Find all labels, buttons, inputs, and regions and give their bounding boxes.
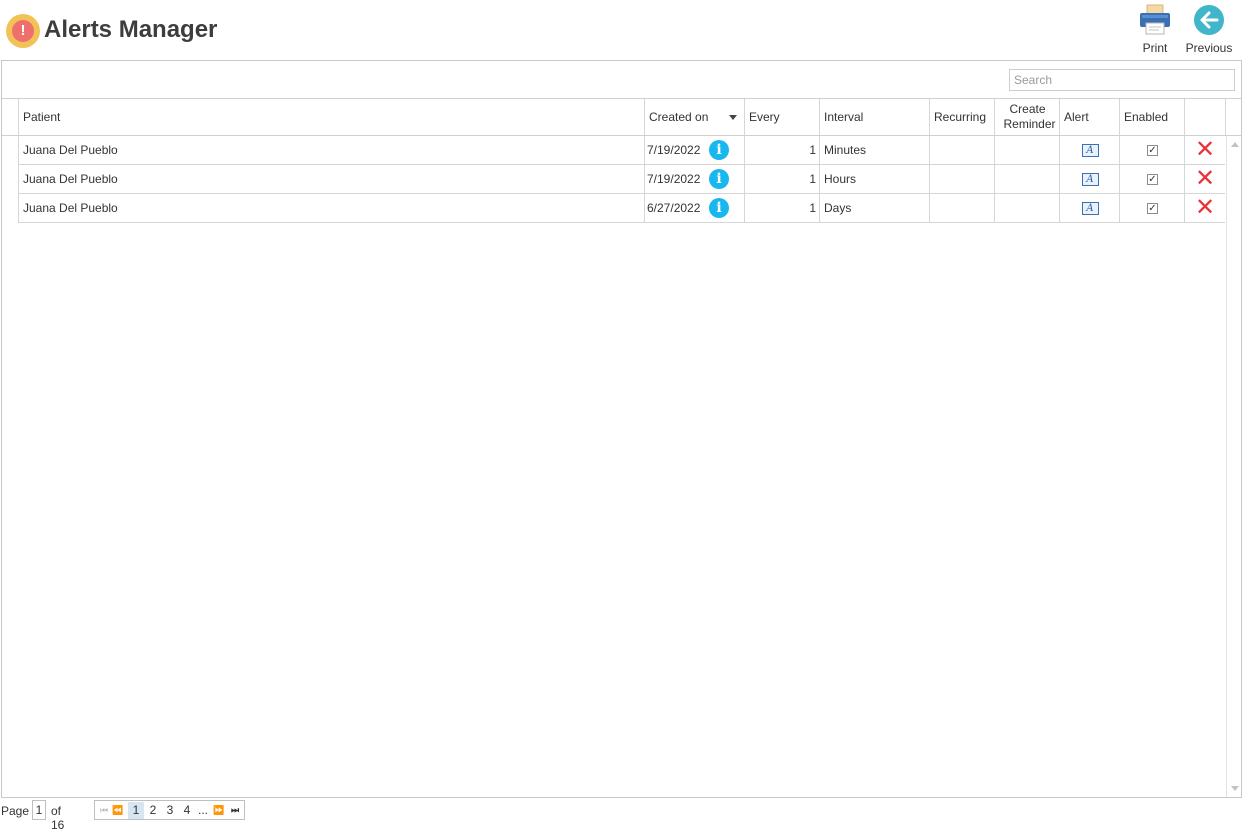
cell-enabled: ✓: [1119, 165, 1185, 193]
table-row[interactable]: Juana Del Pueblo 7/19/2022 i 1 Hours A ✓…: [18, 165, 1225, 194]
grid-body: Juana Del Pueblo 7/19/2022 i 1 Minutes A…: [2, 136, 1241, 797]
column-header-alert[interactable]: Alert: [1059, 99, 1120, 135]
cell-create-reminder: [994, 165, 1060, 193]
cell-created-on: 7/19/2022 i: [644, 165, 745, 193]
page-link-2[interactable]: 2: [146, 802, 160, 819]
next-page-icon[interactable]: ⏩: [213, 802, 225, 819]
cell-recurring: [929, 165, 995, 193]
print-label: Print: [1142, 41, 1168, 55]
pager-page-label: Page: [1, 804, 30, 818]
delete-x-icon[interactable]: ✕: [1195, 194, 1215, 222]
arrow-left-circle-icon: [1194, 5, 1224, 35]
column-header-recurring[interactable]: Recurring: [929, 99, 995, 135]
column-header-interval[interactable]: Interval: [819, 99, 930, 135]
info-icon[interactable]: i: [709, 169, 729, 189]
column-header-scroll-spacer: [1225, 99, 1241, 135]
cell-alert: A: [1059, 165, 1120, 193]
column-header-create-reminder[interactable]: Create Reminder: [994, 99, 1060, 135]
cell-patient: Juana Del Pueblo: [18, 136, 645, 164]
enabled-checkbox[interactable]: ✓: [1147, 173, 1158, 185]
page-title: Alerts Manager: [44, 16, 218, 43]
cell-enabled: ✓: [1119, 136, 1185, 164]
page-link-4[interactable]: 4: [180, 802, 194, 819]
column-label: Recurring: [934, 110, 987, 124]
column-header-created-on[interactable]: Created on: [644, 99, 745, 135]
cell-recurring: [929, 194, 995, 222]
page-link-3[interactable]: 3: [163, 802, 177, 819]
cell-interval: Days: [819, 194, 930, 222]
column-header-enabled[interactable]: Enabled: [1119, 99, 1185, 135]
cell-create-reminder: [994, 136, 1060, 164]
column-label: Patient: [23, 110, 61, 124]
cell-create-reminder: [994, 194, 1060, 222]
cell-patient: Juana Del Pueblo: [18, 194, 645, 222]
created-on-value: 7/19/2022: [647, 143, 701, 157]
alert-text-icon[interactable]: A: [1081, 143, 1099, 157]
column-header-every[interactable]: Every: [744, 99, 820, 135]
alert-text-icon[interactable]: A: [1081, 201, 1099, 215]
search-input[interactable]: [1009, 69, 1235, 91]
table-row[interactable]: Juana Del Pueblo 7/19/2022 i 1 Minutes A…: [18, 136, 1225, 165]
created-on-value: 6/27/2022: [647, 201, 701, 215]
cell-created-on: 6/27/2022 i: [644, 194, 745, 222]
page-link-more[interactable]: ...: [196, 802, 210, 819]
cell-every: 1: [744, 194, 820, 222]
column-label: Every: [749, 110, 780, 124]
last-page-icon[interactable]: ⏭: [229, 802, 241, 819]
page-link-1[interactable]: 1: [128, 802, 144, 819]
pager-total-label: of 16: [51, 804, 65, 832]
sort-descending-icon[interactable]: [729, 115, 737, 120]
column-label: Interval: [824, 110, 864, 124]
alert-text-icon[interactable]: A: [1081, 172, 1099, 186]
delete-x-icon[interactable]: ✕: [1195, 136, 1215, 164]
printer-icon: [1140, 4, 1170, 35]
created-on-value: 7/19/2022: [647, 172, 701, 186]
cell-delete: ✕: [1184, 165, 1225, 193]
column-header-patient[interactable]: Patient: [18, 99, 645, 135]
cell-recurring: [929, 136, 995, 164]
grid-header: Patient Created on Every Interval Recurr…: [2, 98, 1241, 136]
column-label: Enabled: [1124, 110, 1169, 124]
cell-alert: A: [1059, 136, 1120, 164]
enabled-checkbox[interactable]: ✓: [1147, 144, 1158, 156]
column-label: Create Reminder: [1003, 102, 1056, 131]
delete-x-icon[interactable]: ✕: [1195, 165, 1215, 193]
previous-page-icon[interactable]: ⏪: [112, 802, 124, 819]
previous-button[interactable]: Previous: [1184, 4, 1234, 55]
scroll-up-arrow-icon[interactable]: [1231, 142, 1239, 147]
column-label: Alert: [1064, 110, 1089, 124]
alerts-grid: Patient Created on Every Interval Recurr…: [1, 60, 1242, 798]
cell-enabled: ✓: [1119, 194, 1185, 222]
column-label: Created on: [649, 110, 709, 124]
print-button[interactable]: Print: [1136, 4, 1174, 55]
info-icon[interactable]: i: [709, 140, 729, 160]
previous-label: Previous: [1185, 41, 1233, 55]
cell-delete: ✕: [1184, 194, 1225, 222]
first-page-icon[interactable]: ⏮: [98, 802, 110, 819]
cell-created-on: 7/19/2022 i: [644, 136, 745, 164]
cell-delete: ✕: [1184, 136, 1225, 164]
info-icon[interactable]: i: [709, 198, 729, 218]
cell-patient: Juana Del Pueblo: [18, 165, 645, 193]
cell-interval: Minutes: [819, 136, 930, 164]
current-page-input[interactable]: 1: [32, 800, 46, 820]
vertical-scrollbar[interactable]: [1226, 136, 1242, 797]
scroll-down-arrow-icon[interactable]: [1231, 786, 1239, 791]
pager-nav: ⏮ ⏪ 1 2 3 4 ... ⏩ ⏭: [94, 800, 245, 820]
table-row[interactable]: Juana Del Pueblo 6/27/2022 i 1 Days A ✓ …: [18, 194, 1225, 223]
enabled-checkbox[interactable]: ✓: [1147, 202, 1158, 214]
column-header-actions: [1184, 99, 1226, 135]
cell-every: 1: [744, 165, 820, 193]
cell-interval: Hours: [819, 165, 930, 193]
cell-every: 1: [744, 136, 820, 164]
cell-alert: A: [1059, 194, 1120, 222]
alerts-app-icon: !: [6, 14, 40, 48]
